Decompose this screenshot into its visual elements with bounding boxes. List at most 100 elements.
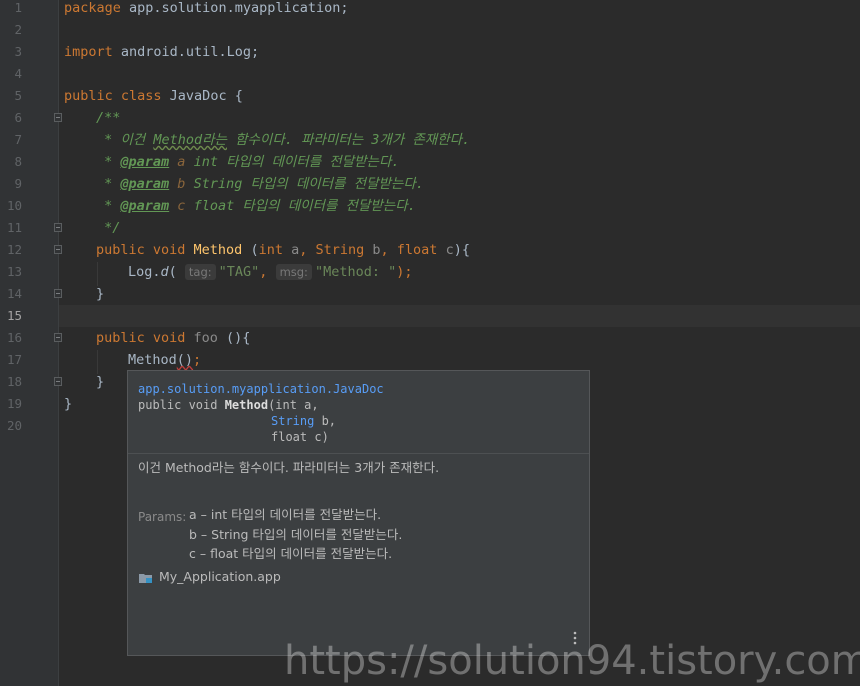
sig-modifiers: public void [138,398,225,412]
brace: } [96,374,105,390]
quick-documentation-popup[interactable]: app.solution.myapplication.JavaDoc publi… [127,370,590,656]
string-literal: "Method: " [314,264,397,280]
paren: () [176,352,194,368]
line-number: 10 [6,198,22,213]
popup-class-link[interactable]: app.solution.myapplication.JavaDoc [138,381,384,397]
brace: } [96,286,105,302]
code-line-8: * @param a int 타입의 데이터를 전달받는다. [96,151,399,173]
keyword: int [258,242,283,258]
keyword: public void [96,330,186,346]
line-number: 4 [14,66,22,81]
separator: , [259,264,276,280]
code-line-19: } [64,393,72,415]
javadoc-star: * [96,176,121,192]
sig-method-name: Method [224,398,269,412]
parameter-hint-tag: tag: [184,264,216,280]
import-path: android.util.Log; [112,44,260,60]
keyword: public void [96,242,186,258]
line-number: 13 [6,264,22,279]
code-line-7: * 이건 Method라는 함수이다. 파라미터는 3개가 존재한다. [96,129,470,151]
javadoc-text: float 타입의 데이터를 전달받는다. [185,198,416,214]
fold-icon[interactable] [54,377,62,386]
code-line-16: public void foo (){ [96,327,250,349]
javadoc-text: 함수이다. 파라미터는 3개가 존재한다. [226,132,471,148]
line-number: 20 [6,418,22,433]
keyword: import [64,44,113,60]
method-call: d [160,264,169,280]
line-number: 17 [6,352,22,367]
param-c-doc: c – float 타입의 데이터를 전달받는다. [189,546,393,561]
line-number: 1 [14,0,22,15]
line-number: 19 [6,396,22,411]
code-line-1: package app.solution.myapplication; [64,0,348,19]
popup-signature-line: public void Method(int a, [138,397,319,413]
folder-module-icon [139,574,152,583]
javadoc-close: */ [96,220,121,236]
method-name: foo [185,330,218,346]
code-line-9: * @param b String 타입의 데이터를 전달받는다. [96,173,424,195]
javadoc-text: * 이건 [96,132,154,148]
param-name: b [364,242,381,258]
keyword: package [64,0,121,16]
sig-params: (int a, [268,398,319,412]
line-number: 7 [14,132,22,147]
javadoc-star: * [96,154,121,170]
class-name: JavaDoc [161,88,227,104]
code-line-13: Log.d( tag: "TAG", msg: "Method: "); [128,261,412,283]
code-line-6: /** [96,107,120,129]
code-line-18: } [96,371,104,393]
line-number: 18 [6,374,22,389]
current-line-highlight [59,305,860,327]
code-line-12: public void Method (int a, String b, flo… [96,239,470,261]
javadoc-text-underlined: Method라는 [153,132,227,148]
paren: ( [168,264,185,280]
package-name: app.solution.myapplication; [120,0,349,16]
line-number: 15 [6,308,22,323]
semicolon: ); [396,264,413,280]
code-line-14: } [96,283,104,305]
keyword: public class [64,88,162,104]
brace: ){ [453,242,470,258]
fold-icon[interactable] [54,223,62,232]
watermark-text: https://solution94.tistory.com/ [284,638,860,684]
popup-signature-line: float c) [271,430,329,444]
code-line-17: Method(); [128,349,201,371]
fold-icon[interactable] [54,333,62,342]
javadoc-param-tag: @param [120,198,170,214]
semicolon: ; [193,352,202,368]
module-name: My_Application.app [159,569,281,584]
code-line-3: import android.util.Log; [64,41,259,63]
javadoc-param-name: b [169,176,186,192]
javadoc-param-name: a [169,154,186,170]
method-call[interactable]: Method [128,352,177,368]
paren: ( [242,242,259,258]
fold-icon[interactable] [54,245,62,254]
line-number: 9 [14,176,22,191]
param-b-doc: b – String 타입의 데이터를 전달받는다. [189,527,403,542]
javadoc-param-name: c [169,198,186,214]
param-name: c [437,242,454,258]
brace: { [226,88,243,104]
code-line-11: */ [96,217,120,239]
line-number: 3 [14,44,22,59]
line-number: 2 [14,22,22,37]
string-literal: "TAG" [218,264,260,280]
separator: , [380,242,397,258]
sig-type-link[interactable]: String [271,414,314,428]
line-number: 11 [6,220,22,235]
popup-signature: app.solution.myapplication.JavaDoc publi… [128,371,589,454]
popup-description: 이건 Method라는 함수이다. 파라미터는 3개가 존재한다. [138,460,440,475]
params-label: Params: [138,510,187,524]
javadoc-param-tag: @param [120,176,170,192]
line-number: 5 [14,88,22,103]
fold-icon[interactable] [54,113,62,122]
javadoc-open: /** [96,110,121,126]
keyword: float [396,242,438,258]
line-number: 6 [14,110,22,125]
fold-icon[interactable] [54,289,62,298]
line-number: 8 [14,154,22,169]
javadoc-text: String 타입의 데이터를 전달받는다. [185,176,424,192]
javadoc-star: * [96,198,121,214]
class-ref: Log. [128,264,161,280]
brace: } [64,396,73,412]
